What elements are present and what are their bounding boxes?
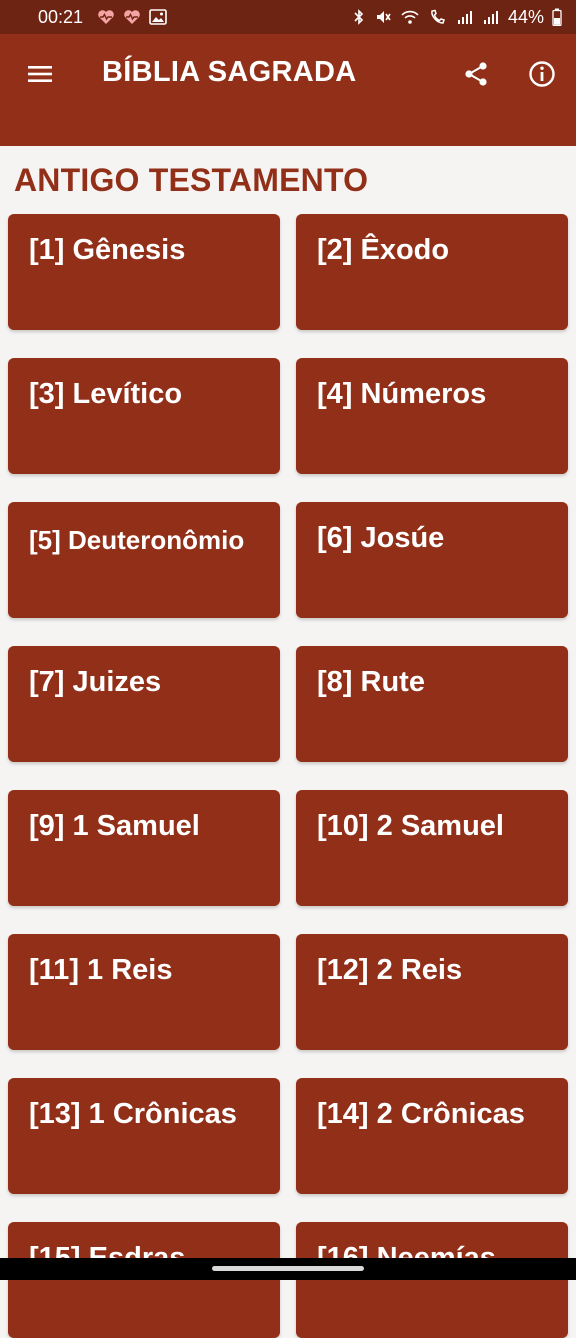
battery-percentage: 44% xyxy=(507,6,544,27)
book-button[interactable]: [1] Gênesis xyxy=(8,214,280,330)
wifi-calling-icon xyxy=(428,8,448,26)
heart-monitor-icon xyxy=(123,9,141,25)
share-icon[interactable] xyxy=(458,56,494,92)
app-bar: BÍBLIA SAGRADA xyxy=(0,34,576,146)
book-button[interactable]: [11] 1 Reis xyxy=(8,934,280,1050)
book-button[interactable]: [3] Levítico xyxy=(8,358,280,474)
menu-icon[interactable] xyxy=(24,58,56,90)
book-grid: [1] Gênesis [2] Êxodo [3] Levítico [4] N… xyxy=(8,214,568,1338)
book-button[interactable]: [6] Josúe xyxy=(296,502,568,618)
bluetooth-icon xyxy=(352,8,366,26)
signal-icon xyxy=(482,9,500,25)
book-button[interactable]: [8] Rute xyxy=(296,646,568,762)
status-bar: 00:21 44% xyxy=(0,0,576,34)
book-button[interactable]: [15] Esdras xyxy=(8,1222,280,1338)
system-navigation-bar xyxy=(0,1258,576,1280)
book-button[interactable]: [9] 1 Samuel xyxy=(8,790,280,906)
home-gesture-handle[interactable] xyxy=(212,1266,364,1271)
book-button[interactable]: [10] 2 Samuel xyxy=(296,790,568,906)
image-icon xyxy=(149,9,167,25)
mute-icon xyxy=(374,8,392,26)
info-icon[interactable] xyxy=(524,56,560,92)
book-button[interactable]: [13] 1 Crônicas xyxy=(8,1078,280,1194)
battery-icon xyxy=(552,8,562,26)
book-button[interactable]: [4] Números xyxy=(296,358,568,474)
app-title: BÍBLIA SAGRADA xyxy=(102,56,357,88)
book-button[interactable]: [7] Juizes xyxy=(8,646,280,762)
wifi-icon xyxy=(400,8,420,26)
book-button[interactable]: [12] 2 Reis xyxy=(296,934,568,1050)
book-button[interactable]: [2] Êxodo xyxy=(296,214,568,330)
book-button[interactable]: [5] Deuteronômio xyxy=(8,502,280,618)
section-title-old-testament: ANTIGO TESTAMENTO xyxy=(14,162,369,198)
status-time: 00:21 xyxy=(38,6,84,27)
book-button[interactable]: [16] Neemías xyxy=(296,1222,568,1338)
book-button[interactable]: [14] 2 Crônicas xyxy=(296,1078,568,1194)
signal-icon xyxy=(456,9,474,25)
heart-monitor-icon xyxy=(97,9,115,25)
